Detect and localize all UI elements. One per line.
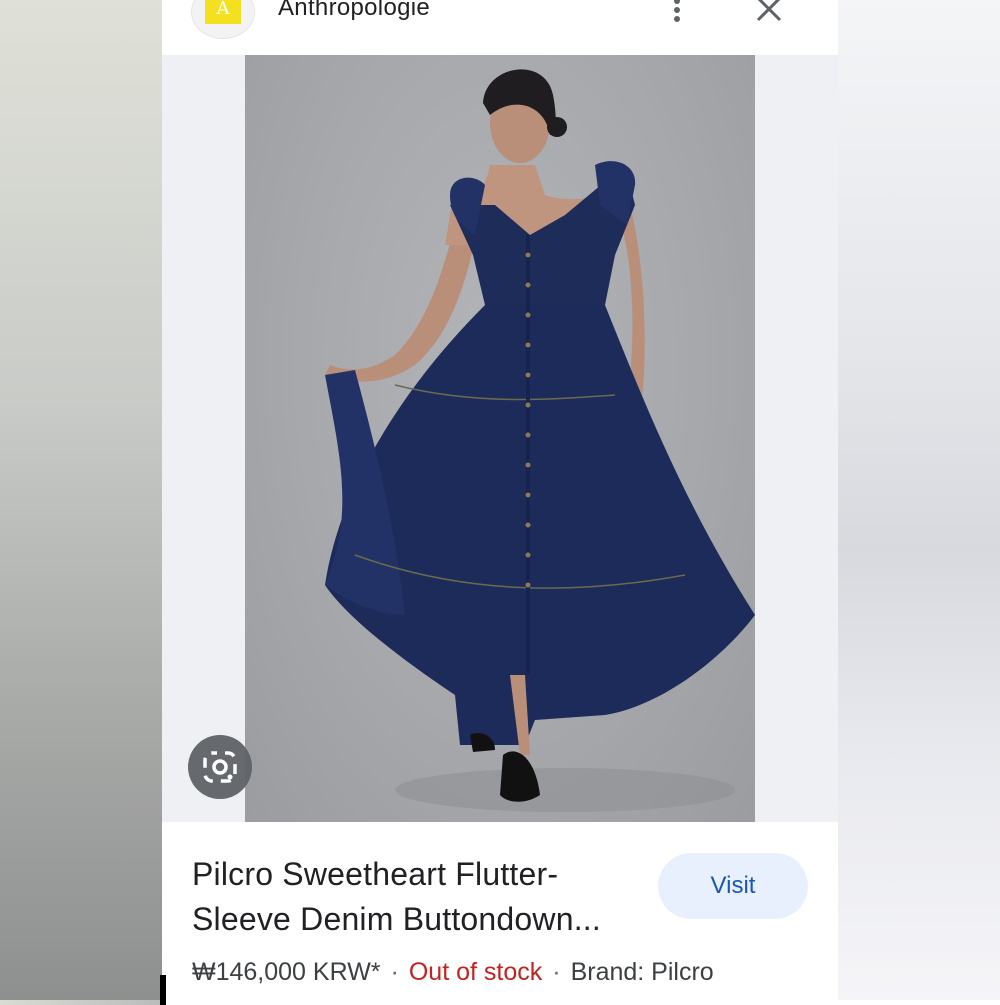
price: ₩146,000 KRW* bbox=[192, 958, 381, 986]
separator: · bbox=[552, 958, 561, 986]
product-photo[interactable] bbox=[245, 55, 755, 822]
result-card: A Anthropologie Pilcro Sweetheart Flutte… bbox=[162, 0, 838, 1000]
background-right bbox=[838, 0, 1000, 1000]
site-favicon[interactable]: A bbox=[192, 0, 254, 38]
separator: · bbox=[390, 958, 399, 986]
image-area bbox=[162, 55, 838, 822]
brand: Brand: Pilcro bbox=[570, 958, 714, 986]
dress-illustration bbox=[325, 69, 755, 812]
product-meta: ₩146,000 KRW* · Out of stock · Brand: Pilcro bbox=[192, 958, 714, 987]
site-name[interactable]: Anthropologie bbox=[278, 0, 430, 22]
source-header: A Anthropologie bbox=[162, 0, 838, 55]
edge-marker bbox=[160, 975, 166, 1005]
stock-status: Out of stock bbox=[408, 958, 543, 986]
close-icon[interactable] bbox=[752, 0, 786, 26]
google-lens-icon bbox=[203, 751, 237, 783]
product-title[interactable]: Pilcro Sweetheart Flutter-Sleeve Denim B… bbox=[192, 852, 632, 942]
favicon-letter: A bbox=[205, 0, 241, 24]
google-lens-button[interactable] bbox=[188, 735, 252, 799]
more-vert-icon[interactable] bbox=[667, 0, 687, 26]
visit-button[interactable]: Visit bbox=[658, 853, 808, 919]
background-left bbox=[0, 0, 162, 1000]
